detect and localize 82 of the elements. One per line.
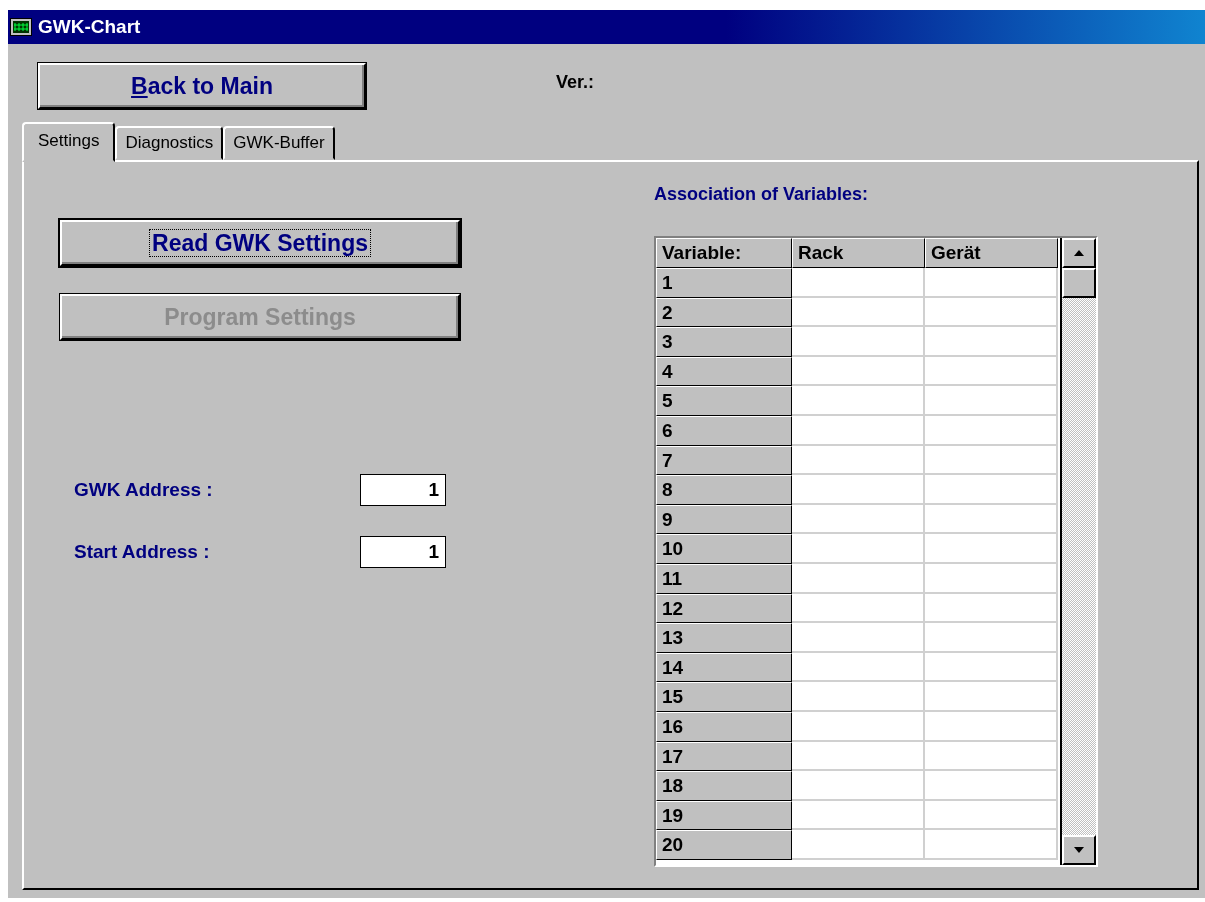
window-title: GWK-Chart	[38, 16, 141, 38]
row-header: 15	[656, 682, 792, 712]
row-header: 7	[656, 445, 792, 476]
row-header: 8	[656, 475, 792, 505]
row-header: 10	[656, 534, 792, 564]
chart-icon	[10, 18, 32, 36]
table-cell[interactable]	[925, 415, 1058, 446]
row-header: 9	[656, 504, 792, 535]
version-label: Ver.:	[556, 71, 595, 93]
row-header: 11	[656, 563, 792, 594]
table-cell[interactable]	[792, 593, 925, 624]
table-cell[interactable]	[925, 741, 1058, 772]
table-cell[interactable]	[792, 445, 925, 476]
row-header: 2	[656, 297, 792, 328]
table-cell[interactable]	[792, 623, 925, 653]
table-cell[interactable]	[925, 268, 1058, 298]
scrollbar[interactable]	[1060, 238, 1096, 865]
table-cell[interactable]	[792, 563, 925, 594]
table-cell[interactable]	[925, 356, 1058, 387]
down-arrow-icon	[1074, 847, 1084, 853]
table-cell[interactable]	[792, 711, 925, 742]
field-label: GWK Address :	[74, 479, 214, 501]
row-header: 17	[656, 741, 792, 772]
table-cell[interactable]	[792, 297, 925, 328]
scroll-thumb[interactable]	[1062, 268, 1096, 298]
table-cell[interactable]	[925, 652, 1058, 683]
table-cell[interactable]	[792, 830, 925, 860]
row-header: 5	[656, 386, 792, 416]
tab[interactable]: GWK-Buffer	[223, 126, 335, 160]
table-cell[interactable]	[925, 593, 1058, 624]
row-header: 6	[656, 415, 792, 446]
table-cell[interactable]	[925, 297, 1058, 328]
scroll-down-button[interactable]	[1062, 835, 1096, 865]
row-header: 20	[656, 830, 792, 860]
table-cell[interactable]	[925, 563, 1058, 594]
table-title: Association of Variables:	[654, 184, 870, 206]
row-header: 12	[656, 593, 792, 624]
column-header: Rack	[792, 238, 925, 268]
table-cell[interactable]	[925, 386, 1058, 416]
table-cell[interactable]	[925, 711, 1058, 742]
table-cell[interactable]	[792, 741, 925, 772]
table-cell[interactable]	[792, 356, 925, 387]
back-to-main-button[interactable]: Back to Main	[38, 63, 366, 109]
row-header: 1	[656, 268, 792, 298]
table-cell[interactable]	[792, 504, 925, 535]
up-arrow-icon	[1074, 250, 1084, 256]
table-cell[interactable]	[792, 771, 925, 801]
table-cell[interactable]	[792, 475, 925, 505]
table-cell[interactable]	[925, 475, 1058, 505]
row-header: 16	[656, 711, 792, 742]
table-cell[interactable]	[792, 268, 925, 298]
row-header: 19	[656, 800, 792, 831]
table-cell[interactable]	[925, 504, 1058, 535]
table-cell[interactable]	[925, 830, 1058, 860]
tab[interactable]: Settings	[22, 122, 116, 162]
table-cell[interactable]	[925, 771, 1058, 801]
column-header: Gerät	[925, 238, 1058, 268]
input-field[interactable]: 1	[360, 474, 446, 506]
table-cell[interactable]	[792, 415, 925, 446]
table-cell[interactable]	[925, 445, 1058, 476]
table-cell[interactable]	[925, 623, 1058, 653]
table-cell[interactable]	[792, 652, 925, 683]
scroll-up-button[interactable]	[1062, 238, 1096, 268]
action-button[interactable]: Read GWK Settings	[60, 220, 460, 266]
field-label: Start Address :	[74, 541, 211, 563]
row-header: 3	[656, 327, 792, 357]
input-field[interactable]: 1	[360, 536, 446, 568]
table-cell[interactable]	[925, 534, 1058, 564]
row-header: 4	[656, 356, 792, 387]
table-cell[interactable]	[792, 800, 925, 831]
tab[interactable]: Diagnostics	[115, 126, 224, 160]
table-cell[interactable]	[792, 386, 925, 416]
table-cell[interactable]	[792, 534, 925, 564]
table-cell[interactable]	[925, 327, 1058, 357]
row-header: 18	[656, 771, 792, 801]
table-cell[interactable]	[925, 682, 1058, 712]
row-header: 13	[656, 623, 792, 653]
table-cell[interactable]	[792, 682, 925, 712]
table-cell[interactable]	[925, 800, 1058, 831]
table-cell[interactable]	[792, 327, 925, 357]
column-header: Variable:	[656, 238, 792, 268]
row-header: 14	[656, 652, 792, 683]
